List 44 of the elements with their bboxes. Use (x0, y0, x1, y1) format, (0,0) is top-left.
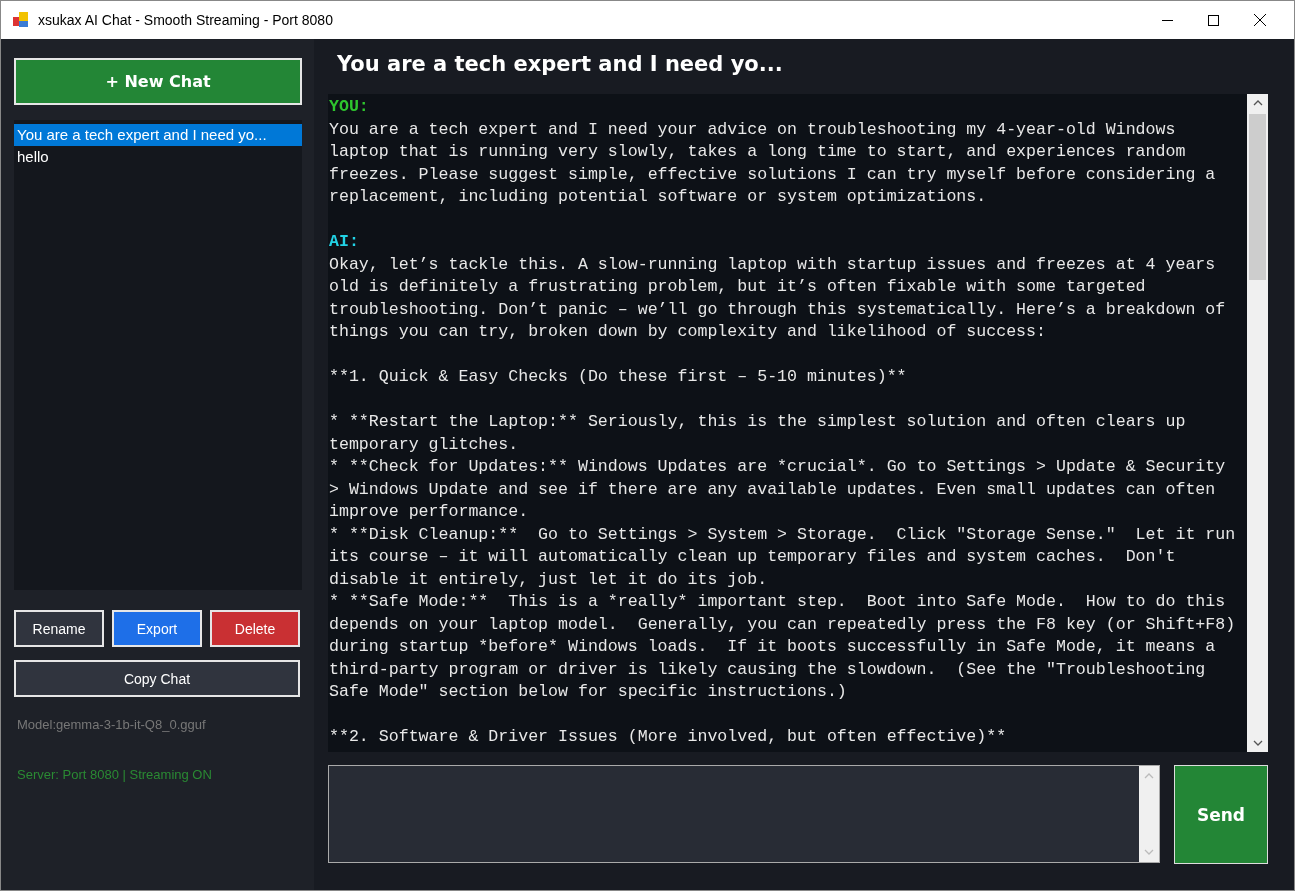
message-line: its course – it will automatically clean up temporary files and system caches. Don't (329, 546, 1177, 568)
scroll-up-icon[interactable] (1252, 100, 1263, 106)
app-icon (12, 11, 30, 29)
model-label: Model:gemma-3-1b-it-Q8_0.gguf (16, 717, 207, 732)
maximize-icon[interactable] (1208, 14, 1219, 26)
send-button[interactable]: Send (1174, 765, 1268, 864)
message-line: Okay, let’s tackle this. A slow-running laptop with startup issues and freezes at 4 years (329, 253, 1217, 276)
scrollbar[interactable] (1247, 94, 1268, 752)
message-line: third-party program or driver is likely causing the slowdown. (See the "Troubleshooting (329, 658, 1207, 681)
danger-action-button[interactable]: Delete (210, 610, 300, 647)
message-line: You are a tech expert and I need your advice on troubleshooting my 4-year-old Windows (329, 118, 1177, 141)
message-line: replacement, including potential software or system optimizations. (329, 186, 988, 208)
message-line: improve performance. (329, 501, 530, 523)
message-line: Safe Mode" section below for specific instructions.) (329, 681, 848, 703)
speaker-label: AI: (329, 231, 360, 253)
chat-title: You are a tech expert and I need yo... (336, 52, 784, 78)
server-status: Server: Port 8080 | Streaming ON (16, 767, 213, 782)
close-icon[interactable] (1254, 14, 1266, 26)
message-line: depends on your laptop model. Generally, you can repeatedly press the F8 key (or Shift+F8) (329, 613, 1237, 636)
scroll-down-icon[interactable] (1252, 740, 1263, 746)
message-line: temporary glitches. (329, 433, 520, 456)
new-chat-button[interactable]: + New Chat (14, 58, 302, 105)
chat-list-item[interactable]: hello (14, 146, 302, 168)
speaker-label: YOU: (329, 96, 370, 118)
message-line: laptop that is running very slowly, takes a long time to start, and experiences random (329, 141, 1187, 163)
message-line: during startup *before* Windows loads. If it boots successfully in Safe Mode, it means a (329, 636, 1217, 658)
message-line: * **Restart the Laptop:** Seriously, this is the simplest solution and often clears up (329, 411, 1187, 433)
primary-action-button[interactable]: Export (112, 610, 202, 647)
message-line: freezes. Please suggest simple, effective solutions I can try myself before considering a (329, 163, 1217, 186)
message-line: > Windows Update and see if there are any available updates. Even small updates can often (329, 478, 1217, 501)
chat-list-item[interactable]: You are a tech expert and I need yo... (14, 124, 302, 146)
neutral-action-button[interactable]: Rename (14, 610, 104, 647)
message-line: old is definitely a frustrating problem, but it’s often fixable with some targeted (329, 276, 1147, 298)
message-line: things you can try, broken down by complexity and likelihood of success: (329, 321, 1047, 343)
message-line: * **Disk Cleanup:** Go to Settings > System > Storage. Click "Storage Sense." Let it run (329, 523, 1237, 546)
window-title: xsukax AI Chat - Smooth Streaming - Port 8080 (38, 12, 333, 28)
message-line: * **Safe Mode:** This is a *really* important step. Boot into Safe Mode. How to do this (329, 591, 1227, 613)
copy-chat-button[interactable]: Copy Chat (14, 660, 300, 697)
message-line: **1. Quick & Easy Checks (Do these first – 5-10 minutes)** (329, 366, 908, 388)
message-line: * **Check for Updates:** Windows Updates are *crucial*. Go to Settings > Update & Security (329, 456, 1227, 478)
scroll-thumb[interactable] (1249, 114, 1266, 280)
message-line: troubleshooting. Don’t panic – we’ll go through this systematically. Here’s a breakdown of (329, 298, 1227, 321)
message-line: **2. Software & Driver Issues (More involved, but often effective)** (329, 726, 1008, 748)
message-line: disable it entirely, just let it do its job. (329, 568, 769, 591)
